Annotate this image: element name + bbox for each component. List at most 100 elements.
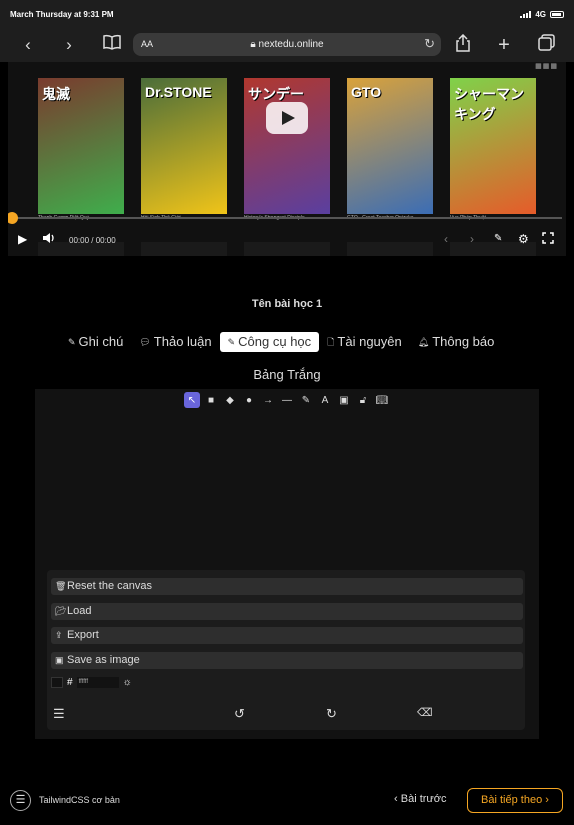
undo-icon[interactable]: ↺ — [234, 706, 245, 722]
manga-cover: シャーマンキング — [450, 78, 536, 214]
reload-icon[interactable]: ↻ — [424, 36, 435, 52]
video-time: 00:00 / 00:00 — [69, 236, 116, 245]
theme-toggle-icon[interactable]: ☼ — [123, 677, 132, 688]
tab-thảo-luận[interactable]: 💬︎ Thảo luận — [131, 332, 219, 352]
chevron-left-icon: ‹ — [394, 793, 401, 805]
volume-icon[interactable] — [42, 232, 56, 247]
previous-lesson-button[interactable]: ‹ Bài trước — [394, 793, 447, 805]
tool-icon: ✎ — [227, 337, 236, 347]
tab-label: Thảo luận — [153, 334, 212, 349]
reset-label: Reset the canvas — [67, 580, 152, 592]
cover-title: GTO — [351, 84, 382, 100]
lock-icon: 🔒︎ — [250, 39, 256, 50]
cover-title: 鬼滅 — [42, 86, 70, 102]
cover-title: Dr.STONE — [145, 84, 212, 100]
prev-label: Bài trước — [400, 793, 447, 805]
bookmarks-icon[interactable] — [101, 34, 123, 56]
next-lesson-button[interactable]: Bài tiếp theo › — [467, 788, 563, 813]
image-tool-icon[interactable]: ▣ — [336, 392, 352, 408]
manga-cover: サンデー — [244, 78, 330, 214]
load-button[interactable]: 📂︎Load — [51, 603, 523, 620]
manga-covers: 鬼滅 Dr.STONE サンデー GTO シャーマンキング — [38, 78, 536, 214]
new-tab-icon[interactable]: + — [493, 34, 515, 56]
export-button[interactable]: ⇪ Export — [51, 627, 523, 644]
progress-knob[interactable] — [8, 212, 18, 224]
browser-toolbar: ‹ › AA 🔒︎ nextedu.online ↻ + — [0, 28, 574, 62]
next-label: Bài tiếp theo — [481, 794, 543, 806]
network-label: 4G — [535, 10, 546, 19]
signal-icon — [520, 11, 532, 18]
video-player[interactable]: ▦▦▦ 鬼滅Dr.STONEサンデーGTOシャーマンキング Thanh Gươm… — [8, 62, 566, 256]
tab-label: Công cụ học — [238, 334, 312, 349]
gear-icon[interactable]: ⚙ — [518, 232, 529, 246]
arrow-tool-icon[interactable]: → — [260, 392, 276, 408]
manga-cover: GTO — [347, 78, 433, 214]
line-tool-icon[interactable]: — — [279, 392, 295, 408]
lesson-tabs: ✎ Ghi chú 💬︎ Thảo luận ✎ Công cụ học 🗋 Tài nguy… — [60, 332, 502, 352]
whiteboard-canvas[interactable]: ↖ ■ ◆ ● → — ✎ A ▣ 🔓︎ 📖︎ 🗑︎Reset the canv… — [35, 389, 539, 739]
status-time: March Thursday at 9:31 PM — [10, 10, 114, 19]
bell-icon: 🔔︎ — [417, 337, 430, 347]
canvas-background-picker: # ffffff ☼ — [51, 677, 132, 688]
select-tool-icon[interactable]: ↖ — [184, 392, 200, 408]
pencil-icon: ✎ — [68, 337, 76, 347]
status-bar: March Thursday at 9:31 PM 4G — [0, 0, 574, 28]
hash-label: # — [67, 677, 73, 688]
tab-label: Ghi chú — [78, 334, 124, 349]
diamond-tool-icon[interactable]: ◆ — [222, 392, 238, 408]
manga-cover: Dr.STONE — [141, 78, 227, 214]
fullscreen-icon[interactable] — [542, 232, 554, 247]
course-menu-button[interactable]: ☰ — [10, 790, 31, 811]
ellipse-tool-icon[interactable]: ● — [241, 392, 257, 408]
play-overlay-button[interactable] — [266, 102, 308, 134]
image-export-icon: ▣ — [55, 655, 64, 665]
chevron-right-icon[interactable]: › — [470, 232, 474, 246]
tab-label: Tài nguyên — [337, 334, 402, 349]
redo-icon[interactable]: ↻ — [326, 706, 337, 722]
reset-canvas-button[interactable]: 🗑︎Reset the canvas — [51, 578, 523, 595]
tab-thông-báo[interactable]: 🔔︎ Thông báo — [410, 332, 503, 352]
export-icon: ⇪ — [55, 630, 63, 640]
tab-tài-nguyên[interactable]: 🗋 Tài nguyên — [319, 332, 410, 352]
library-tool-icon[interactable]: 📖︎ — [374, 392, 390, 408]
tab-công-cụ-học[interactable]: ✎ Công cụ học — [219, 332, 320, 352]
url-text: nextedu.online — [258, 39, 324, 50]
address-bar[interactable]: AA 🔒︎ nextedu.online ↻ — [133, 33, 441, 56]
load-label: Load — [67, 605, 92, 617]
hex-input[interactable]: ffffff — [76, 677, 119, 688]
lock-tool-icon[interactable]: 🔓︎ — [355, 392, 371, 408]
canvas-menu: 🗑︎Reset the canvas 📂︎Load ⇪ Export ▣ Save … — [47, 570, 525, 730]
back-icon[interactable]: ‹ — [17, 34, 39, 56]
play-icon[interactable]: ▶ — [18, 232, 27, 246]
whiteboard-toolbar: ↖ ■ ◆ ● → — ✎ A ▣ 🔓︎ 📖︎ — [184, 392, 390, 408]
forward-icon[interactable]: › — [58, 34, 80, 56]
cover-title: サンデー — [248, 86, 304, 102]
eraser-icon[interactable]: ⌫ — [417, 706, 433, 719]
chevron-right-icon: › — [542, 794, 549, 806]
export-label: Export — [67, 629, 99, 641]
tab-ghi-chú[interactable]: ✎ Ghi chú — [60, 332, 131, 352]
color-swatch[interactable] — [51, 677, 63, 688]
chat-icon: 💬︎ — [139, 337, 151, 347]
rectangle-tool-icon[interactable]: ■ — [203, 392, 219, 408]
tab-label: Thông báo — [432, 334, 495, 349]
url-host: 🔒︎ nextedu.online — [133, 39, 441, 50]
course-title: TailwindCSS cơ bản — [39, 795, 120, 805]
save-image-label: Save as image — [67, 654, 140, 666]
edit-icon[interactable]: ✎ — [494, 232, 502, 246]
whiteboard-title: Bảng Trắng — [253, 367, 321, 382]
trash-icon: 🗑︎ — [55, 581, 67, 591]
hamburger-menu-icon[interactable]: ☰ — [53, 706, 65, 722]
cover-title: シャーマンキング — [454, 86, 524, 122]
video-progress-bar[interactable] — [12, 217, 562, 219]
share-icon[interactable] — [452, 33, 474, 56]
draw-tool-icon[interactable]: ✎ — [298, 392, 314, 408]
save-image-button[interactable]: ▣ Save as image — [51, 652, 523, 669]
grid-view-icon: ▦▦▦ — [535, 63, 558, 70]
lesson-title: Tên bài học 1 — [251, 298, 323, 310]
chevron-left-icon[interactable]: ‹ — [444, 232, 448, 246]
text-tool-icon[interactable]: A — [317, 392, 333, 408]
file-icon: 🗋 — [327, 337, 335, 347]
battery-icon — [550, 11, 564, 18]
tabs-icon[interactable] — [535, 34, 557, 56]
